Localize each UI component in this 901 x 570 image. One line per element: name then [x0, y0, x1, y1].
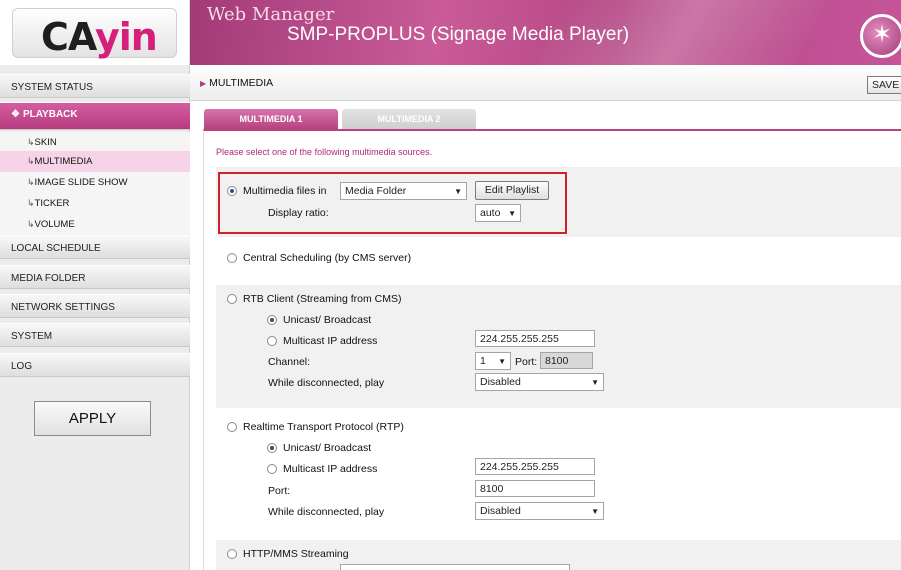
breadcrumb-arrow-icon: ▶ — [200, 79, 207, 88]
rtb-multicast-ip-input[interactable]: 224.255.255.255 — [475, 330, 595, 347]
sidebar-item-system[interactable]: SYSTEM — [0, 323, 190, 347]
sidebar-item-local-schedule[interactable]: LOCAL SCHEDULE — [0, 235, 190, 259]
rtp-disconnected-value: Disabled — [480, 505, 521, 517]
chevron-down-icon: ▼ — [591, 378, 599, 387]
rtb-channel-label: Channel: — [268, 356, 311, 368]
central-scheduling-label: Central Scheduling (by CMS server) — [243, 252, 412, 264]
sidebar-item-playback[interactable]: ❖ PLAYBACK — [0, 102, 190, 130]
chevron-down-icon: ▼ — [508, 209, 516, 218]
instruction-text: Please select one of the following multi… — [216, 147, 433, 157]
sidebar-item-label: LOG — [11, 361, 33, 372]
sidebar-item-system-status[interactable]: SYSTEM STATUS — [0, 74, 190, 98]
http-mms-radio[interactable] — [227, 549, 237, 559]
sidebar-item-label: SYSTEM STATUS — [11, 82, 93, 93]
rtp-multicast-radio[interactable] — [267, 464, 277, 474]
display-ratio-value: auto — [480, 207, 501, 219]
sub-arrow-icon: ↳ — [27, 177, 35, 187]
sidebar-subitem-volume[interactable]: ↳VOLUME — [0, 214, 190, 235]
sidebar-item-label: NETWORK SETTINGS — [11, 302, 115, 313]
rtp-port-label: Port: — [268, 485, 291, 497]
sub-arrow-icon: ↳ — [27, 156, 35, 166]
logo-text-b: yin — [94, 15, 158, 59]
rtp-unicast-radio[interactable] — [267, 443, 277, 453]
rtp-multicast-label: Multicast IP address — [283, 463, 378, 475]
sub-arrow-icon: ↳ — [27, 198, 35, 208]
web-manager-title: Web Manager — [207, 4, 335, 25]
sidebar-subitem-label: TICKER — [34, 198, 70, 209]
rtb-unicast-radio[interactable] — [267, 315, 277, 325]
breadcrumb-label: MULTIMEDIA — [209, 77, 274, 89]
rtp-disconnected-label: While disconnected, play — [268, 506, 385, 518]
breadcrumb-bar: ▶ MULTIMEDIA SAVE — [190, 65, 901, 101]
sidebar-item-label: LOCAL SCHEDULE — [11, 243, 101, 254]
sub-arrow-icon: ↳ — [27, 219, 35, 229]
media-source-select[interactable]: Media Folder ▼ — [340, 182, 467, 200]
media-source-value: Media Folder — [345, 185, 407, 197]
logo-text-a: CA — [41, 15, 96, 59]
sidebar-item-label: PLAYBACK — [22, 109, 78, 120]
magic-wand-icon[interactable]: ✶ — [860, 14, 901, 58]
sidebar-item-network-settings[interactable]: NETWORK SETTINGS — [0, 294, 190, 318]
sub-arrow-icon: ↳ — [27, 137, 35, 147]
display-ratio-label: Display ratio: — [268, 207, 329, 219]
sidebar: SYSTEM STATUS ❖ PLAYBACK ↳SKIN ↳MULTIMEDI… — [0, 65, 190, 570]
rtb-disconnected-value: Disabled — [480, 376, 521, 388]
rtb-multicast-radio[interactable] — [267, 336, 277, 346]
rtb-port-input[interactable]: 8100 — [540, 352, 593, 369]
logo-area: CAyin — [0, 0, 190, 65]
rtb-client-radio[interactable] — [227, 294, 237, 304]
device-subtitle: SMP-PROPLUS (Signage Media Player) — [287, 24, 630, 45]
sidebar-item-label: MEDIA FOLDER — [11, 273, 86, 284]
logo-text: CAyin — [41, 15, 158, 59]
sidebar-item-media-folder[interactable]: MEDIA FOLDER — [0, 265, 190, 289]
edit-playlist-button[interactable]: Edit Playlist — [475, 181, 549, 200]
rtb-client-label: RTB Client (Streaming from CMS) — [243, 293, 402, 305]
sidebar-subitem-ticker[interactable]: ↳TICKER — [0, 193, 190, 214]
rtb-channel-select[interactable]: 1 ▼ — [475, 352, 511, 370]
sidebar-subitem-image-slide-show[interactable]: ↳IMAGE SLIDE SHOW — [0, 172, 190, 193]
rtp-multicast-ip-input[interactable]: 224.255.255.255 — [475, 458, 595, 475]
multimedia-files-radio[interactable] — [227, 186, 237, 196]
display-ratio-select[interactable]: auto ▼ — [475, 204, 521, 222]
sidebar-subitem-label: VOLUME — [34, 219, 75, 230]
chevron-down-icon: ▼ — [498, 357, 506, 366]
rtb-port-label: Port: — [515, 356, 538, 368]
rtp-port-input[interactable]: 8100 — [475, 480, 595, 497]
tab-multimedia-2[interactable]: MULTIMEDIA 2 — [342, 109, 476, 129]
sidebar-subitem-skin[interactable]: ↳SKIN — [0, 132, 190, 153]
sidebar-item-log[interactable]: LOG — [0, 353, 190, 377]
rtp-unicast-label: Unicast/ Broadcast — [283, 442, 372, 454]
http-mms-label: HTTP/MMS Streaming — [243, 548, 349, 560]
rtb-channel-value: 1 — [480, 355, 486, 367]
rtp-radio[interactable] — [227, 422, 237, 432]
sidebar-item-label: SYSTEM — [11, 331, 53, 342]
sidebar-subitem-multimedia[interactable]: ↳MULTIMEDIA — [0, 151, 190, 172]
sidebar-subitem-label: IMAGE SLIDE SHOW — [34, 177, 128, 188]
sidebar-subitem-label: SKIN — [34, 137, 57, 148]
save-button[interactable]: SAVE — [867, 76, 901, 94]
rtb-disconnected-label: While disconnected, play — [268, 377, 385, 389]
expand-arrow-icon: ❖ — [11, 109, 20, 120]
multimedia-files-label: Multimedia files in — [243, 185, 327, 197]
rtb-disconnected-select[interactable]: Disabled ▼ — [475, 373, 604, 391]
rtp-label: Realtime Transport Protocol (RTP) — [243, 421, 404, 433]
cayin-logo: CAyin — [12, 8, 177, 59]
http-mms-url-input[interactable] — [340, 564, 570, 570]
chevron-down-icon: ▼ — [591, 507, 599, 516]
sidebar-subitem-label: MULTIMEDIA — [34, 156, 93, 167]
chevron-down-icon: ▼ — [454, 187, 462, 196]
header-bar: Web Manager SMP-PROPLUS (Signage Media P… — [190, 0, 901, 65]
apply-button[interactable]: APPLY — [34, 401, 151, 436]
breadcrumb: ▶ MULTIMEDIA — [200, 77, 273, 89]
rtb-unicast-label: Unicast/ Broadcast — [283, 314, 372, 326]
rtp-disconnected-select[interactable]: Disabled ▼ — [475, 502, 604, 520]
rtb-multicast-label: Multicast IP address — [283, 335, 378, 347]
central-scheduling-radio[interactable] — [227, 253, 237, 263]
tab-multimedia-1[interactable]: MULTIMEDIA 1 — [204, 109, 338, 129]
